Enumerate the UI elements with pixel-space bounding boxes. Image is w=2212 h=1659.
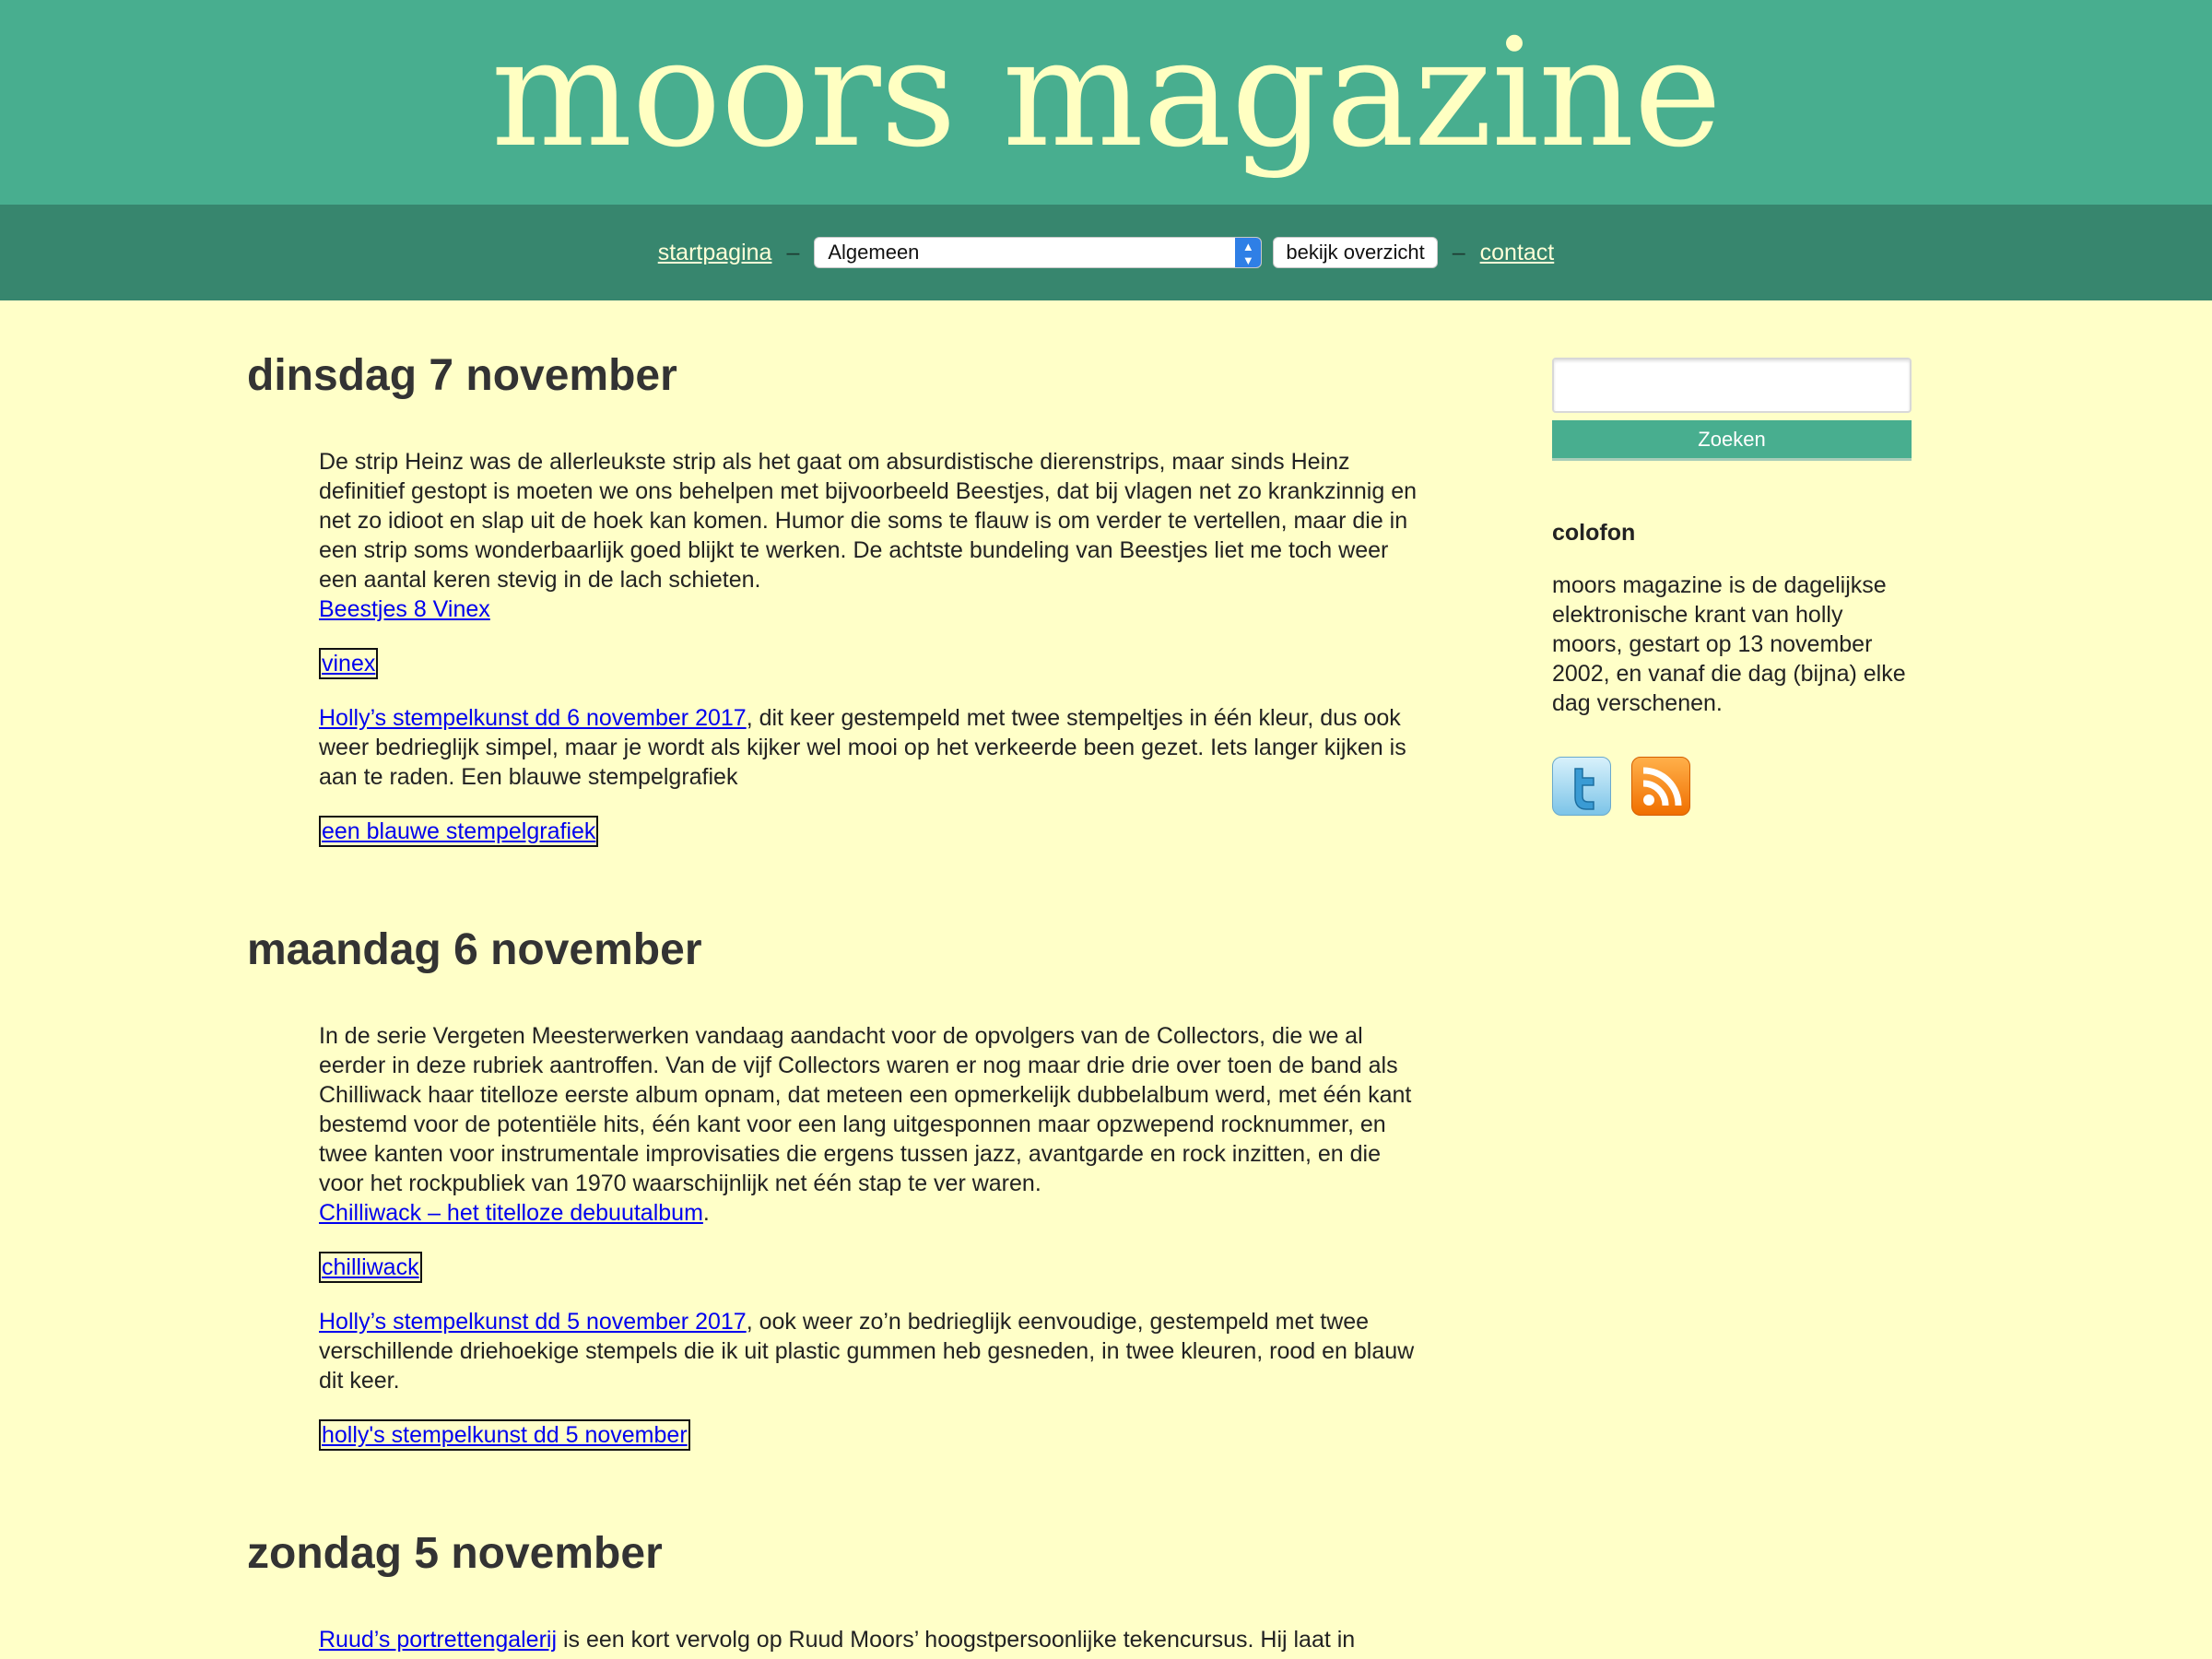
main-content: dinsdag 7 november De strip Heinz was de… [247, 350, 1445, 1659]
post-paragraph: Holly’s stempelkunst dd 6 november 2017,… [319, 703, 1425, 792]
category-select[interactable]: Algemeen ▲ ▼ [814, 237, 1263, 268]
image-link[interactable]: chilliwack [319, 1252, 422, 1283]
post-text: De strip Heinz was de allerleukste strip… [319, 449, 1418, 593]
post-text: is een kort vervolg op Ruud Moors’ hoogs… [557, 1627, 1356, 1653]
article-link[interactable]: Chilliwack – het titelloze debuutalbum [319, 1200, 703, 1226]
post-paragraph: In de serie Vergeten Meesterwerken vanda… [319, 1021, 1425, 1228]
image-link[interactable]: een blauwe stempelgrafiek [319, 816, 599, 847]
post-paragraph: Ruud’s portrettengalerij is een kort ver… [319, 1625, 1425, 1654]
social-links [1552, 757, 1912, 816]
colofon-text: moors magazine is de dagelijkse elektron… [1552, 572, 1906, 716]
twitter-glyph [1574, 768, 1594, 810]
search-input[interactable] [1552, 358, 1912, 413]
masthead: moors magazine [0, 0, 2212, 205]
day-section: maandag 6 november In de serie Vergeten … [247, 924, 1445, 1475]
colofon-title: colofon [1552, 520, 1636, 546]
category-select-value: Algemeen [828, 241, 920, 264]
nav-separator: – [1452, 239, 1465, 265]
search-button[interactable]: Zoeken [1552, 420, 1912, 461]
sidebar: Zoeken colofon moors magazine is de dage… [1552, 358, 1912, 816]
nav-contact-link[interactable]: contact [1480, 240, 1555, 266]
day-section: zondag 5 november Ruud’s portrettengaler… [247, 1528, 1445, 1654]
article-link[interactable]: Beestjes 8 Vinex [319, 596, 490, 622]
twitter-icon[interactable] [1552, 757, 1611, 816]
post-date: maandag 6 november [247, 925, 702, 974]
nav-home-link[interactable]: startpagina [658, 240, 772, 266]
post-date: zondag 5 november [247, 1529, 663, 1578]
overview-button[interactable]: bekijk overzicht [1273, 237, 1438, 268]
post-entry: Ruud’s portrettengalerij is een kort ver… [319, 1625, 1425, 1654]
post-paragraph: De strip Heinz was de allerleukste strip… [319, 447, 1425, 624]
rss-glyph [1642, 767, 1682, 806]
post-paragraph: Holly’s stempelkunst dd 5 november 2017,… [319, 1307, 1425, 1395]
site-title[interactable]: moors magazine [0, 0, 2212, 188]
image-link[interactable]: vinex [319, 648, 379, 679]
article-link[interactable]: Holly’s stempelkunst dd 6 november 2017 [319, 705, 747, 731]
day-section: dinsdag 7 november De strip Heinz was de… [247, 350, 1445, 871]
post-date: dinsdag 7 november [247, 351, 677, 400]
chevron-updown-icon: ▲ ▼ [1235, 238, 1262, 267]
nav-separator: – [786, 239, 800, 265]
image-link[interactable]: holly's stempelkunst dd 5 november [319, 1419, 690, 1451]
rss-icon[interactable] [1631, 757, 1690, 816]
post-text: . [702, 1200, 710, 1226]
post-entry: In de serie Vergeten Meesterwerken vanda… [319, 1021, 1425, 1475]
post-entry: De strip Heinz was de allerleukste strip… [319, 447, 1425, 871]
nav-bar: startpagina – Algemeen ▲ ▼ bekijk overzic… [0, 205, 2212, 300]
article-link[interactable]: Ruud’s portrettengalerij [319, 1627, 557, 1653]
article-link[interactable]: Holly’s stempelkunst dd 5 november 2017 [319, 1309, 747, 1335]
post-text: In de serie Vergeten Meesterwerken vanda… [319, 1023, 1412, 1196]
